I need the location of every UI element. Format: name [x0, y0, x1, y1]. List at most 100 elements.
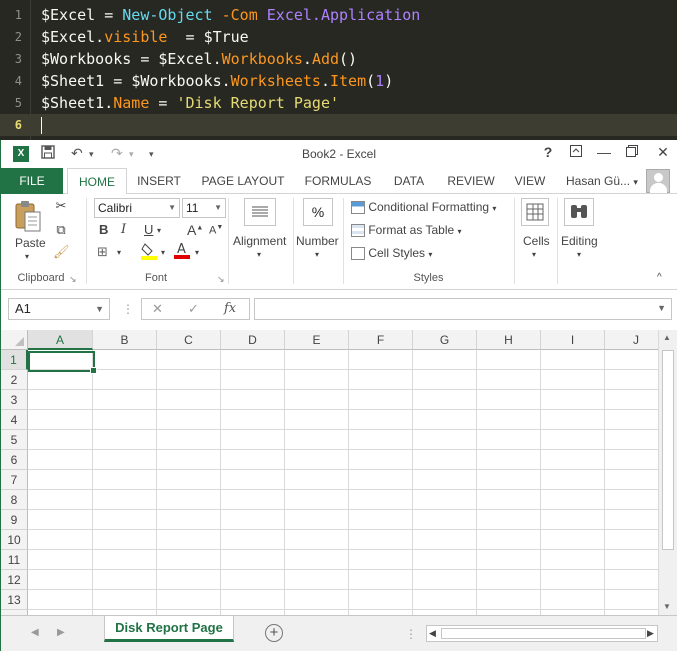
row-header[interactable]: 4: [1, 410, 28, 430]
row-header[interactable]: 1: [1, 350, 28, 370]
cut-icon[interactable]: ✂: [53, 198, 69, 214]
paste-dropdown-icon[interactable]: ▾: [25, 252, 29, 261]
copy-icon[interactable]: ⧉: [53, 222, 69, 238]
close-icon[interactable]: ✕: [653, 144, 673, 161]
fill-color-icon[interactable]: [141, 242, 157, 260]
borders-dropdown-icon[interactable]: ▾: [117, 248, 121, 257]
font-color-icon[interactable]: A: [174, 241, 192, 262]
prev-sheet-icon[interactable]: ◀: [31, 627, 39, 638]
bold-button[interactable]: B: [99, 222, 108, 237]
user-dropdown-icon[interactable]: ▾: [633, 177, 638, 187]
more-options-icon[interactable]: ⋮: [122, 302, 134, 316]
tab-home[interactable]: HOME: [67, 168, 127, 195]
code-line[interactable]: 6: [0, 114, 677, 136]
formula-input[interactable]: ▼: [254, 298, 672, 320]
paste-label[interactable]: Paste: [15, 236, 46, 250]
ribbon-display-icon[interactable]: [566, 144, 586, 160]
enter-icon[interactable]: ✓: [188, 301, 199, 317]
italic-button[interactable]: I: [121, 222, 126, 237]
editing-button[interactable]: Editing: [561, 234, 598, 248]
font-color-dropdown-icon[interactable]: ▾: [195, 248, 199, 257]
scroll-right-icon[interactable]: ▶: [647, 628, 654, 639]
editing-dropdown-icon[interactable]: ▾: [577, 250, 581, 259]
code-editor[interactable]: 1 $Excel = New-Object -Com Excel.Applicat…: [0, 0, 677, 140]
vertical-scrollbar[interactable]: ▲ ▼: [658, 330, 677, 615]
cells-button[interactable]: Cells: [523, 234, 550, 248]
row-header[interactable]: 9: [1, 510, 28, 530]
scroll-up-icon[interactable]: ▲: [663, 333, 671, 342]
borders-icon[interactable]: ⊞: [97, 244, 108, 260]
help-icon[interactable]: ?: [538, 144, 558, 160]
scroll-thumb[interactable]: [662, 350, 674, 550]
font-name-select[interactable]: Calibri ▼: [94, 198, 180, 218]
number-format-icon[interactable]: %: [303, 198, 333, 226]
code-line[interactable]: 4 $Sheet1 = $Workbooks.Worksheets.Item(1): [0, 70, 677, 92]
format-painter-icon[interactable]: 🖌: [53, 244, 70, 260]
tab-insert[interactable]: INSERT: [133, 168, 185, 194]
scroll-down-icon[interactable]: ▼: [663, 602, 671, 611]
active-cell[interactable]: [28, 351, 97, 374]
paste-button[interactable]: [13, 200, 45, 234]
number-button[interactable]: Number: [296, 234, 339, 248]
more-options-icon[interactable]: ⋮: [405, 627, 417, 641]
horizontal-scrollbar[interactable]: ◀ ▶: [426, 625, 658, 642]
column-header[interactable]: C: [157, 330, 221, 350]
column-header[interactable]: E: [285, 330, 349, 350]
tab-file[interactable]: FILE: [1, 168, 63, 194]
column-header[interactable]: G: [413, 330, 477, 350]
format-as-table-button[interactable]: Format as Table ▾: [351, 223, 462, 238]
cell-styles-button[interactable]: Cell Styles ▾: [351, 246, 432, 261]
avatar[interactable]: [646, 169, 670, 193]
cancel-icon[interactable]: ✕: [152, 301, 163, 317]
column-header[interactable]: A: [28, 330, 93, 350]
underline-button[interactable]: U: [144, 222, 153, 237]
row-header[interactable]: 8: [1, 490, 28, 510]
collapse-ribbon-icon[interactable]: ^: [657, 272, 662, 283]
tab-formulas[interactable]: FORMULAS: [301, 168, 375, 194]
next-sheet-icon[interactable]: ▶: [57, 627, 65, 638]
column-header[interactable]: I: [541, 330, 605, 350]
column-header[interactable]: D: [221, 330, 285, 350]
row-header[interactable]: 5: [1, 430, 28, 450]
cells-dropdown-icon[interactable]: ▾: [532, 250, 536, 259]
spreadsheet-grid[interactable]: ABCDEFGHIJ1234567891011121314: [1, 330, 677, 615]
row-header[interactable]: 7: [1, 470, 28, 490]
grow-font-button[interactable]: A▲: [187, 222, 203, 238]
row-header[interactable]: 6: [1, 450, 28, 470]
code-line[interactable]: 5 $Sheet1.Name = 'Disk Report Page': [0, 92, 677, 114]
clipboard-launcher-icon[interactable]: ↘: [69, 274, 77, 285]
cells-icon[interactable]: [521, 198, 549, 226]
expand-formula-icon[interactable]: ▼: [657, 303, 666, 313]
column-header[interactable]: B: [93, 330, 157, 350]
code-line[interactable]: 3 $Workbooks = $Excel.Workbooks.Add(): [0, 48, 677, 70]
underline-dropdown-icon[interactable]: ▾: [157, 226, 161, 235]
font-launcher-icon[interactable]: ↘: [217, 274, 225, 285]
shrink-font-button[interactable]: A▼: [209, 224, 223, 237]
insert-function-button[interactable]: fx: [224, 301, 236, 316]
user-name[interactable]: Hasan Gü... ▾: [566, 174, 638, 188]
alignment-icon[interactable]: [244, 198, 276, 226]
add-sheet-icon[interactable]: +: [265, 624, 283, 642]
code-line[interactable]: 1 $Excel = New-Object -Com Excel.Applicat…: [0, 4, 677, 26]
column-header[interactable]: H: [477, 330, 541, 350]
alignment-dropdown-icon[interactable]: ▾: [257, 250, 261, 259]
scroll-thumb[interactable]: [441, 628, 646, 639]
row-header[interactable]: 13: [1, 590, 28, 610]
minimize-icon[interactable]: —: [594, 144, 614, 160]
number-dropdown-icon[interactable]: ▾: [315, 250, 319, 259]
font-size-select[interactable]: 11 ▼: [182, 198, 226, 218]
restore-icon[interactable]: [622, 144, 642, 160]
column-header[interactable]: F: [349, 330, 413, 350]
code-line[interactable]: 2 $Excel.visible = $True: [0, 26, 677, 48]
conditional-formatting-button[interactable]: Conditional Formatting ▾: [351, 200, 496, 215]
row-header[interactable]: 2: [1, 370, 28, 390]
tab-view[interactable]: VIEW: [511, 168, 549, 194]
sheet-tab[interactable]: Disk Report Page: [104, 616, 234, 642]
binoculars-icon[interactable]: [564, 198, 594, 226]
name-box[interactable]: A1 ▼: [8, 298, 110, 320]
tab-review[interactable]: REVIEW: [443, 168, 499, 194]
row-header[interactable]: 10: [1, 530, 28, 550]
alignment-button[interactable]: Alignment: [233, 234, 286, 248]
row-header[interactable]: 12: [1, 570, 28, 590]
scroll-left-icon[interactable]: ◀: [429, 628, 436, 639]
